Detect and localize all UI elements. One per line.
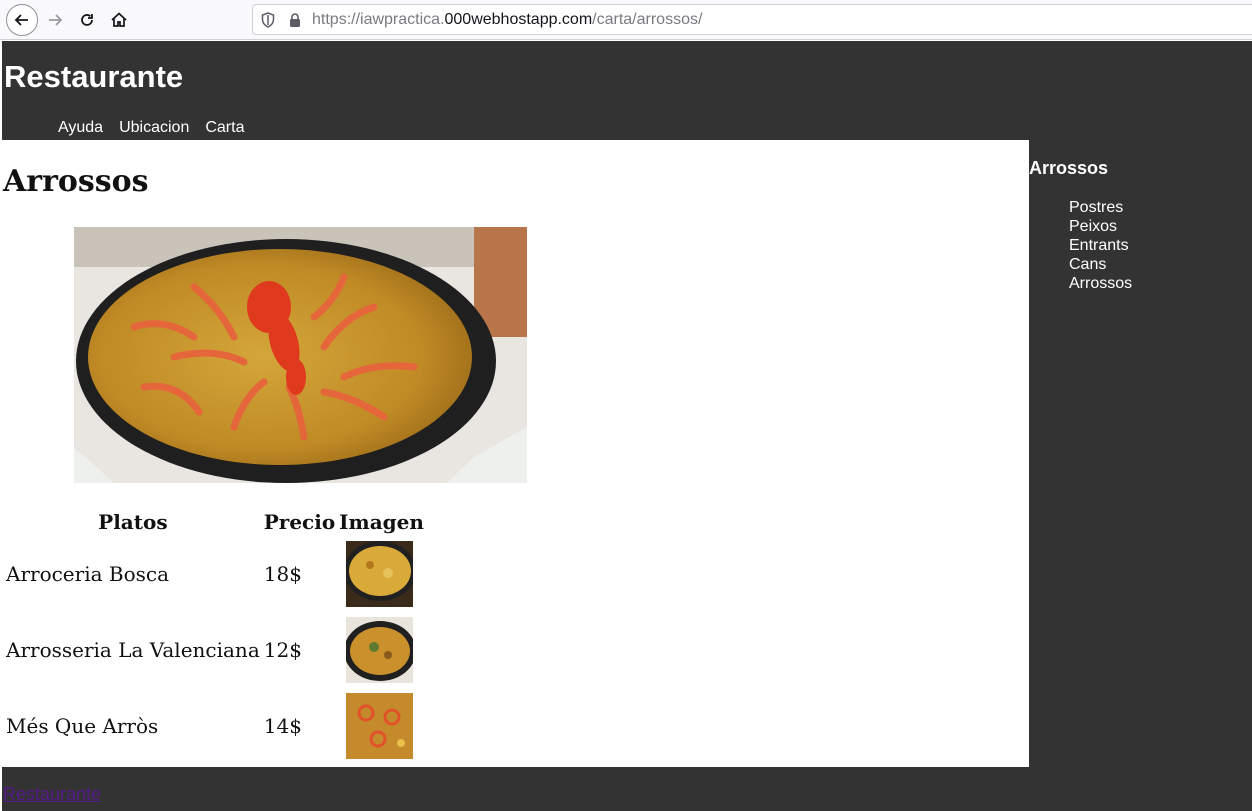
- url-host: 000webhostapp.com: [444, 11, 593, 28]
- dish-price: 12$: [263, 638, 302, 662]
- dish-thumbnail: [346, 693, 414, 759]
- site-header: Restaurante Ayuda Ubicacion Carta: [2, 41, 1252, 140]
- sidebar-title: Arrossos: [1029, 158, 1109, 178]
- url-text[interactable]: https://iawpractica.000webhostapp.com/ca…: [312, 11, 702, 29]
- home-button[interactable]: [103, 4, 135, 36]
- sidebar-item-arrossos[interactable]: Arrossos: [1069, 274, 1132, 293]
- dish-name: Més Que Arròs: [6, 714, 159, 738]
- dish-thumbnail: [346, 617, 414, 683]
- table-header-row: Platos Precio Imagen: [5, 509, 425, 535]
- page-title: Arrossos: [3, 164, 149, 199]
- sidebar-item-entrants[interactable]: Entrants: [1069, 236, 1132, 255]
- dish-name: Arrosseria La Valenciana: [6, 638, 260, 662]
- sidebar-item-cans[interactable]: Cans: [1069, 255, 1132, 274]
- url-prefix: https://iawpractica.: [312, 11, 445, 28]
- nav-item-carta[interactable]: Carta: [205, 118, 244, 138]
- dish-thumbnail: [346, 541, 414, 607]
- dish-price: 14$: [263, 714, 302, 738]
- sidebar-item-peixos[interactable]: Peixos: [1069, 217, 1132, 236]
- home-icon: [111, 12, 127, 27]
- column-header-precio: Precio: [263, 510, 336, 534]
- table-row: Arroceria Bosca 18$: [5, 537, 425, 611]
- shield-icon[interactable]: [261, 12, 275, 28]
- main-content: Arrossos Platos Precio Imagen Arroceria …: [2, 140, 1029, 767]
- forward-button[interactable]: [39, 4, 71, 36]
- lock-icon[interactable]: [288, 12, 302, 28]
- paella-hero-image: [74, 227, 527, 483]
- table-row: Més Que Arròs 14$: [5, 689, 425, 763]
- site-title: Restaurante: [4, 59, 184, 94]
- top-navigation: Ayuda Ubicacion Carta: [58, 118, 260, 138]
- site-footer: Restaurante: [2, 767, 1252, 811]
- footer-home-link[interactable]: Restaurante: [3, 784, 101, 805]
- nav-item-ayuda[interactable]: Ayuda: [58, 118, 103, 138]
- sidebar: Arrossos Postres Peixos Entrants Cans Ar…: [1029, 140, 1252, 767]
- table-row: Arrosseria La Valenciana 12$: [5, 613, 425, 687]
- dish-price: 18$: [263, 562, 302, 586]
- nav-item-ubicacion[interactable]: Ubicacion: [119, 118, 189, 138]
- column-header-platos: Platos: [98, 510, 168, 534]
- dish-name: Arroceria Bosca: [6, 562, 170, 586]
- address-bar[interactable]: https://iawpractica.000webhostapp.com/ca…: [252, 4, 1252, 35]
- reload-icon: [81, 14, 93, 26]
- back-button[interactable]: [6, 4, 38, 36]
- column-header-imagen: Imagen: [339, 510, 424, 534]
- url-path: /carta/arrossos/: [592, 11, 703, 28]
- dishes-table: Platos Precio Imagen Arroceria Bosca 18$: [3, 507, 427, 765]
- reload-button[interactable]: [71, 4, 103, 36]
- browser-toolbar: https://iawpractica.000webhostapp.com/ca…: [0, 0, 1252, 40]
- sidebar-item-postres[interactable]: Postres: [1069, 198, 1132, 217]
- sidebar-menu: Postres Peixos Entrants Cans Arrossos: [1069, 198, 1132, 293]
- back-arrow-icon: [14, 14, 28, 26]
- forward-arrow-icon: [49, 14, 63, 26]
